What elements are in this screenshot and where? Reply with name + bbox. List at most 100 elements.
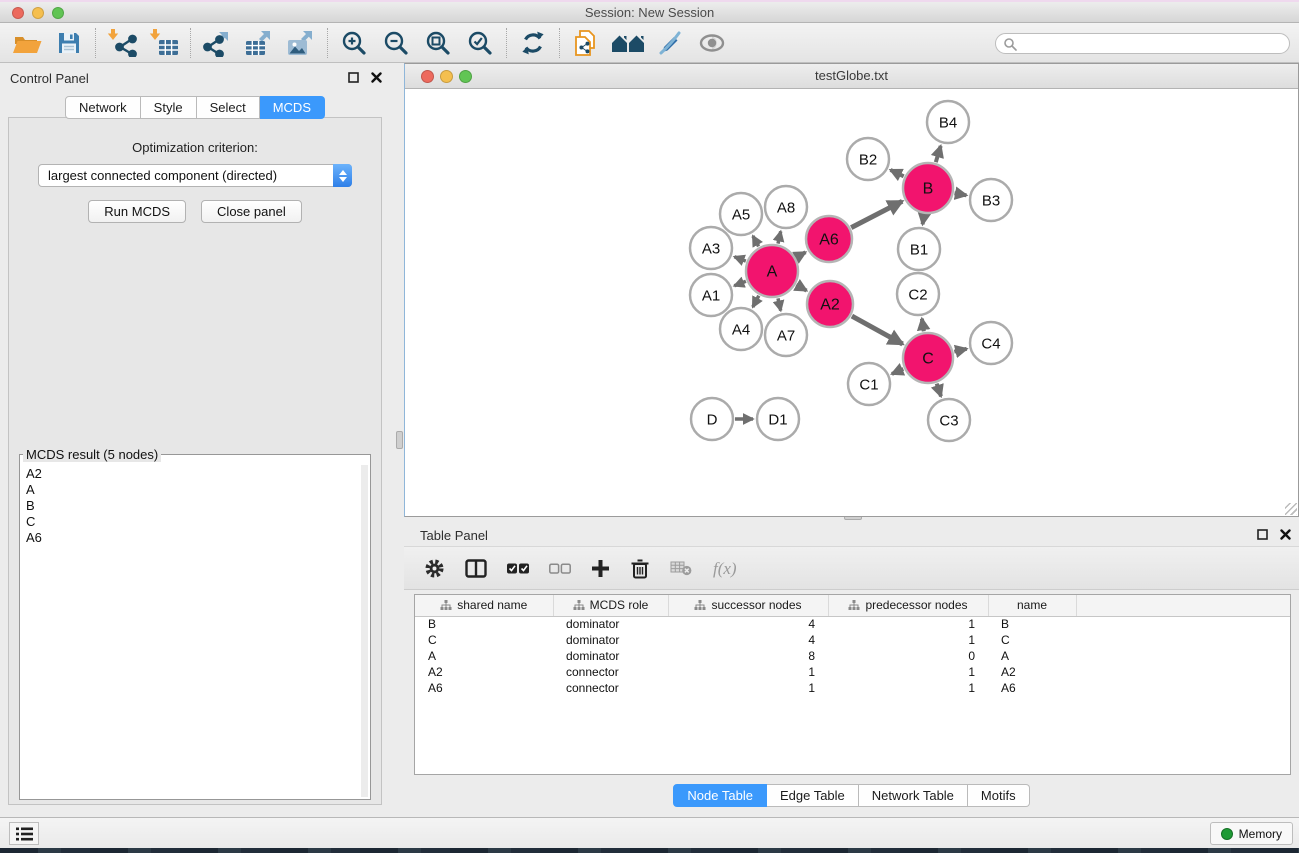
- column-header-successor-nodes[interactable]: successor nodes: [668, 595, 828, 616]
- float-panel-icon[interactable]: [348, 72, 359, 83]
- table-settings-button[interactable]: [424, 558, 445, 579]
- graph-node-A1[interactable]: A1: [690, 274, 732, 316]
- import-table-button[interactable]: [143, 26, 185, 60]
- graph-edge-A6-B[interactable]: [851, 201, 902, 227]
- float-panel-icon[interactable]: [1257, 529, 1268, 540]
- save-session-button[interactable]: [48, 26, 90, 60]
- graph-edge-A2-C[interactable]: [852, 316, 903, 344]
- zoom-selected-button[interactable]: [459, 26, 501, 60]
- table-row[interactable]: A2connector11A2: [415, 664, 1290, 680]
- graph-node-C1[interactable]: C1: [848, 363, 890, 405]
- graph-edge-A-A5[interactable]: [753, 236, 759, 246]
- graph-node-D[interactable]: D: [691, 398, 733, 440]
- column-header-mcds-role[interactable]: MCDS role: [553, 595, 668, 616]
- graph-edge-B-B2[interactable]: [891, 170, 904, 176]
- graph-node-A7[interactable]: A7: [765, 314, 807, 356]
- column-header-shared-name[interactable]: shared name: [415, 595, 553, 616]
- graph-edge-A-A8[interactable]: [778, 231, 781, 243]
- close-window-light[interactable]: [12, 7, 24, 19]
- function-builder-button[interactable]: f(x): [712, 558, 748, 578]
- graph-node-B3[interactable]: B3: [970, 179, 1012, 221]
- table-row[interactable]: A6connector11A6: [415, 680, 1290, 696]
- graph-node-C[interactable]: C: [903, 333, 953, 383]
- graph-edge-A-A1[interactable]: [734, 281, 746, 286]
- zoom-window-light[interactable]: [52, 7, 64, 19]
- graph-node-A6[interactable]: A6: [806, 216, 852, 262]
- memory-button[interactable]: Memory: [1210, 822, 1293, 845]
- zoom-fit-button[interactable]: [417, 26, 459, 60]
- home-view-button[interactable]: [607, 26, 649, 60]
- graph-edge-B-B4[interactable]: [936, 146, 941, 162]
- import-network-button[interactable]: [101, 26, 143, 60]
- graph-node-A8[interactable]: A8: [765, 186, 807, 228]
- graph-node-B1[interactable]: B1: [898, 228, 940, 270]
- tab-edge-table[interactable]: Edge Table: [767, 784, 859, 807]
- select-all-columns-button[interactable]: [507, 563, 529, 574]
- minimize-window-light[interactable]: [32, 7, 44, 19]
- refresh-network-button[interactable]: [512, 26, 554, 60]
- show-hide-eye-button[interactable]: [691, 26, 733, 60]
- network-close-light[interactable]: [421, 70, 434, 83]
- zoom-out-button[interactable]: [375, 26, 417, 60]
- hide-graphics-details-button[interactable]: [649, 26, 691, 60]
- run-mcds-button[interactable]: Run MCDS: [88, 200, 186, 223]
- graph-node-B2[interactable]: B2: [847, 138, 889, 180]
- column-header-name[interactable]: name: [988, 595, 1076, 616]
- window-resize-grip[interactable]: [1285, 503, 1297, 515]
- graph-edge-C-C4[interactable]: [954, 349, 966, 352]
- tab-network[interactable]: Network: [65, 96, 141, 119]
- zoom-in-button[interactable]: [333, 26, 375, 60]
- tab-style[interactable]: Style: [141, 96, 197, 119]
- tab-network-table[interactable]: Network Table: [859, 784, 968, 807]
- table-row[interactable]: Bdominator41B: [415, 616, 1290, 632]
- task-history-button[interactable]: [9, 822, 39, 845]
- graph-node-A3[interactable]: A3: [690, 227, 732, 269]
- graph-edge-A-A2[interactable]: [796, 285, 806, 291]
- search-input[interactable]: [995, 33, 1290, 54]
- tab-motifs[interactable]: Motifs: [968, 784, 1030, 807]
- result-list-item[interactable]: A2: [26, 466, 364, 482]
- graph-edge-A-A6[interactable]: [796, 252, 805, 257]
- result-list-item[interactable]: C: [26, 514, 364, 530]
- export-image-button[interactable]: [280, 26, 322, 60]
- split-columns-button[interactable]: [465, 559, 487, 578]
- graph-edge-A-A4[interactable]: [753, 296, 759, 307]
- result-list-item[interactable]: A: [26, 482, 364, 498]
- result-list-item[interactable]: B: [26, 498, 364, 514]
- graph-node-C2[interactable]: C2: [897, 273, 939, 315]
- export-network-button[interactable]: [196, 26, 238, 60]
- tab-node-table[interactable]: Node Table: [673, 784, 767, 807]
- graph-node-A5[interactable]: A5: [720, 193, 762, 235]
- duplicate-network-button[interactable]: [565, 26, 607, 60]
- add-column-button[interactable]: [591, 559, 610, 578]
- delete-columns-button[interactable]: [630, 558, 650, 579]
- graph-node-B4[interactable]: B4: [927, 101, 969, 143]
- graph-edge-B-B1[interactable]: [923, 215, 925, 225]
- network-minimize-light[interactable]: [440, 70, 453, 83]
- graph-edge-A-A3[interactable]: [734, 257, 745, 261]
- tab-select[interactable]: Select: [197, 96, 260, 119]
- graph-node-A[interactable]: A: [746, 245, 798, 297]
- export-table-button[interactable]: [238, 26, 280, 60]
- tab-mcds[interactable]: MCDS: [260, 96, 325, 119]
- result-list-item[interactable]: A6: [26, 530, 364, 546]
- graph-edge-C-C1[interactable]: [892, 369, 903, 374]
- graph-edge-C-C2[interactable]: [922, 319, 924, 332]
- network-canvas[interactable]: B4B2BB3A8A5A6A3B1AC2A1A2A4A7C4CC1DD1C3: [405, 90, 1298, 516]
- result-scrollbar[interactable]: [361, 465, 368, 797]
- optimization-criterion-dropdown[interactable]: largest connected component (directed): [38, 164, 352, 187]
- graph-node-C4[interactable]: C4: [970, 322, 1012, 364]
- search-text-field[interactable]: [1017, 36, 1289, 52]
- close-panel-button[interactable]: Close panel: [201, 200, 302, 223]
- table-row[interactable]: Cdominator41C: [415, 632, 1290, 648]
- graph-edge-C-C3[interactable]: [937, 384, 941, 397]
- network-window-titlebar[interactable]: testGlobe.txt: [405, 64, 1298, 89]
- graph-node-D1[interactable]: D1: [757, 398, 799, 440]
- graph-edge-B-B3[interactable]: [955, 193, 967, 195]
- graph-node-A4[interactable]: A4: [720, 308, 762, 350]
- delete-table-button[interactable]: [670, 560, 692, 576]
- graph-node-C3[interactable]: C3: [928, 399, 970, 441]
- vertical-divider-handle[interactable]: [396, 431, 403, 449]
- graph-edge-A-A7[interactable]: [778, 298, 781, 310]
- close-panel-icon[interactable]: [1280, 529, 1291, 540]
